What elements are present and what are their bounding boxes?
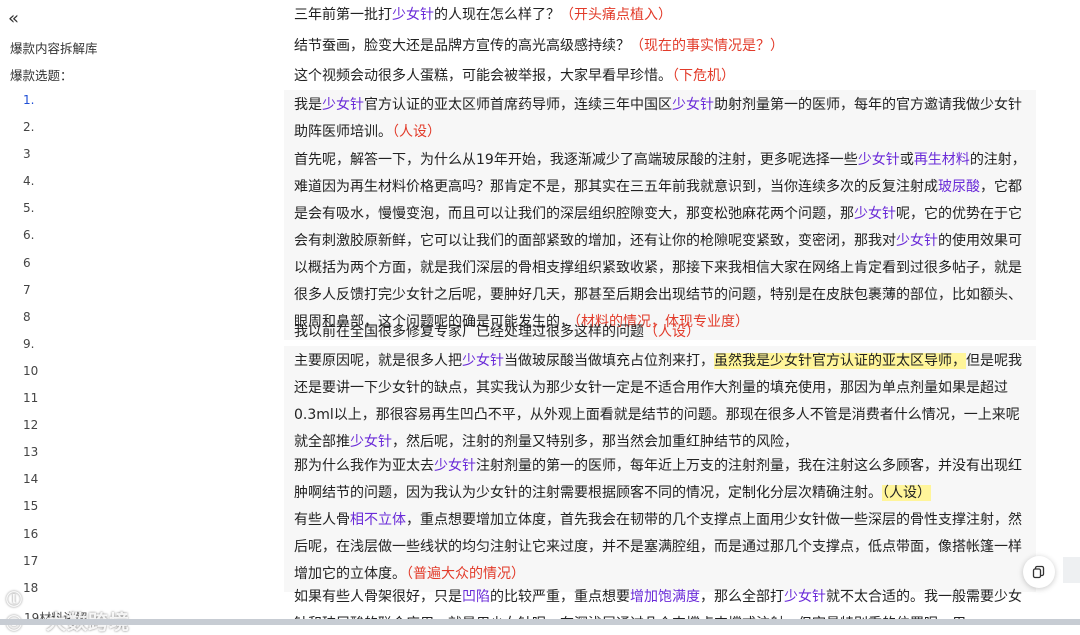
document-content: 三年前第一批打少女针的人现在怎么样了？（开头痛点植入） 结节蚕画，脸变大还是品牌… [284, 0, 1048, 625]
topic-item[interactable]: 7 [23, 281, 38, 308]
text: 这个视频会动很多人蛋糕，可能会被举报，大家早看早珍惜。 [294, 68, 672, 84]
topic-item[interactable]: 15 [23, 497, 38, 524]
topic-item[interactable]: 6 [23, 254, 38, 281]
annotation: （下危机） [672, 68, 735, 84]
keyword-link[interactable]: 少女针 [322, 97, 364, 113]
text: 或 [899, 152, 914, 168]
text: 官方认证的亚太区师首席药导师，连续三年中国区 [364, 97, 672, 113]
highlighted-text: （人设） [882, 485, 931, 501]
paragraph-4: 我是少女针官方认证的亚太区师首席药导师，连续三年中国区少女针助射剂量第一的医师，… [284, 90, 1036, 150]
keyword-link[interactable]: 少女针 [350, 434, 392, 450]
paragraph-1: 三年前第一批打少女针的人现在怎么样了？（开头痛点植入） [284, 0, 1036, 33]
keyword-link[interactable]: 少女针 [434, 458, 476, 474]
topic-heading[interactable]: 爆款选题： [10, 65, 73, 84]
text: 结节蚕画，脸变大还是品牌方宣传的高光高级感持续？ [294, 38, 630, 54]
annotation: （人设） [644, 324, 700, 340]
topic-item[interactable]: 10 [23, 362, 38, 389]
topic-item[interactable]: 5. [23, 199, 38, 226]
watermark: ⓛ ⓞ大数跨境 [6, 586, 130, 635]
paragraph-7: 主要原因呢，就是很多人把少女针当做玻尿酸当做填充占位剂来打，虽然我是少女针官方认… [284, 346, 1036, 460]
annotation: （开头痛点植入） [560, 7, 672, 23]
keyword-link[interactable]: 少女针 [854, 206, 896, 222]
bottom-scrollbar[interactable] [0, 619, 1080, 625]
topic-item[interactable]: 2. [23, 118, 38, 145]
topic-item[interactable]: 13 [23, 443, 38, 470]
topic-item[interactable]: 4. [23, 172, 38, 199]
library-title[interactable]: 爆款内容拆解库 [10, 38, 98, 57]
text: ，然后呢，注射的剂量又特别多，那当然会加重红肿结节的风险， [392, 434, 798, 450]
keyword-link[interactable]: 少女针 [462, 353, 504, 369]
topic-item[interactable]: 12 [23, 416, 38, 443]
text: 我是 [294, 97, 322, 113]
paragraph-9: 有些人骨相不立体，重点想要增加立体度，首先我会在韧带的几个支撑点上面用少女针做一… [284, 505, 1036, 592]
topic-item[interactable]: 8 [23, 308, 38, 335]
text: ，那么全部打 [700, 589, 784, 605]
copy-icon [1032, 565, 1045, 579]
side-scroll-tab[interactable] [1063, 557, 1080, 583]
highlighted-text: 虽然我是少女针官方认证的亚太区导师， [714, 353, 966, 369]
keyword-link[interactable]: 凹陷 [462, 589, 490, 605]
topic-item[interactable]: 1. [23, 91, 38, 118]
topic-item[interactable]: 14 [23, 470, 38, 497]
keyword-link[interactable]: 少女针 [392, 7, 434, 23]
topic-item[interactable]: 3 [23, 145, 38, 172]
text: 三年前第一批打 [294, 7, 392, 23]
keyword-link[interactable]: 再生材料 [914, 152, 970, 168]
annotation: （人设） [392, 124, 441, 140]
topic-list: 1. 2. 3 4. 5. 6. 6 7 8 9. 10 11 12 13 14… [23, 91, 38, 606]
keyword-link[interactable]: 少女针 [672, 97, 714, 113]
topic-item[interactable]: 9. [23, 335, 38, 362]
collapse-sidebar-icon[interactable]: « [8, 9, 26, 29]
text: 主要原因呢，就是很多人把 [294, 353, 462, 369]
keyword-link[interactable]: 少女针 [896, 233, 938, 249]
text: 当做玻尿酸当做填充占位剂来打， [504, 353, 714, 369]
keyword-link[interactable]: 少女针 [784, 589, 826, 605]
paragraph-5: 首先呢，解答一下，为什么从19年开始，我逐渐减少了高端玻尿酸的注射，更多呢选择一… [284, 145, 1036, 340]
keyword-link[interactable]: 相不立体 [350, 512, 406, 528]
topic-item[interactable]: 16 [23, 525, 38, 552]
keyword-link[interactable]: 少女针 [858, 152, 900, 168]
keyword-link[interactable]: 增加饱满度 [630, 589, 700, 605]
text: 的人现在怎么样了？ [434, 7, 560, 23]
copy-button[interactable] [1023, 556, 1055, 588]
text: 如果有些人骨架很好，只是 [294, 589, 462, 605]
topic-item[interactable]: 11 [23, 389, 38, 416]
text: 的比较严重，重点想要 [490, 589, 630, 605]
topic-item[interactable]: 17 [23, 552, 38, 579]
paragraph-8: 那为什么我作为亚太去少女针注射剂量的第一的医师，每年近上万支的注射剂量，我在注射… [284, 451, 1036, 511]
paragraph-2: 结节蚕画，脸变大还是品牌方宣传的高光高级感持续？（现在的事实情况是？） [284, 31, 1036, 64]
annotation: （现在的事实情况是？） [630, 38, 784, 54]
keyword-link[interactable]: 玻尿酸 [938, 179, 980, 195]
sidebar: « 爆款内容拆解库 爆款选题： 1. 2. 3 4. 5. 6. 6 7 8 9… [0, 0, 270, 625]
text: 有些人骨 [294, 512, 350, 528]
text: 首先呢，解答一下，为什么从19年开始，我逐渐减少了高端玻尿酸的注射，更多呢选择一… [294, 152, 858, 168]
annotation: （普遍大众的情况） [406, 566, 525, 582]
text: 我以前在全国很多修复专家厂已经处理过很多这样的问题 [294, 324, 644, 340]
watermark-logo-icon: ⓛ ⓞ [6, 590, 24, 633]
topic-item[interactable]: 6. [23, 226, 38, 253]
text: 那为什么我作为亚太去 [294, 458, 434, 474]
